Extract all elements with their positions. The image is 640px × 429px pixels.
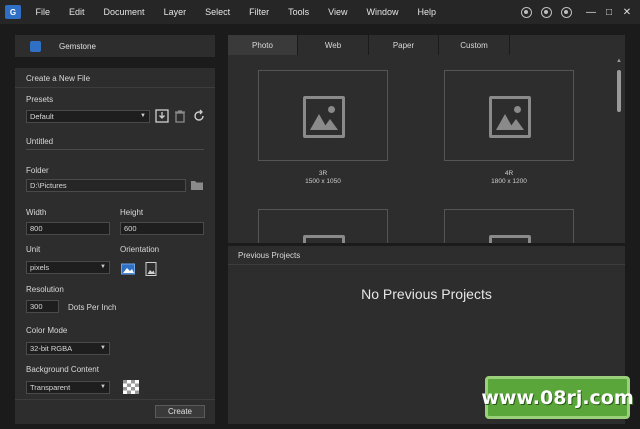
window-controls: — □ ✕ (516, 0, 636, 24)
tab-web[interactable]: Web (298, 35, 369, 55)
color-mode-label: Color Mode (26, 326, 68, 335)
tab-custom[interactable]: Custom (439, 35, 510, 55)
height-label: Height (120, 208, 144, 217)
divider (15, 399, 215, 400)
color-mode-select[interactable]: 32-bit RGBA ▼ (26, 342, 110, 355)
orientation-label: Orientation (120, 245, 160, 254)
image-placeholder-icon (303, 235, 345, 243)
menu-help[interactable]: Help (408, 7, 446, 17)
refresh-icon[interactable] (192, 109, 206, 123)
width-label: Width (26, 208, 47, 217)
tab-paper[interactable]: Paper (369, 35, 439, 55)
trash-icon[interactable] (173, 109, 187, 123)
empty-message: No Previous Projects (361, 286, 492, 302)
chevron-down-icon: ▼ (100, 264, 106, 270)
resolution-unit: Dots Per Inch (68, 303, 117, 312)
background-select[interactable]: Transparent ▼ (26, 381, 110, 394)
resolution-value: 300 (30, 302, 43, 311)
chevron-down-icon: ▼ (100, 345, 106, 351)
gemstone-logo-icon (30, 40, 41, 52)
unit-value: pixels (30, 263, 50, 272)
menu-tools[interactable]: Tools (279, 7, 319, 17)
preset-tabs: Photo Web Paper Custom (228, 35, 625, 55)
height-value: 600 (124, 224, 137, 233)
previous-projects-title: Previous Projects (238, 251, 301, 260)
resolution-field[interactable]: 300 (26, 300, 59, 313)
gemstone-title: Gemstone (59, 41, 96, 51)
menu-select[interactable]: Select (196, 7, 240, 17)
folder-value: D:\Pictures (30, 181, 67, 190)
preset-card[interactable] (258, 209, 388, 243)
menu-layer[interactable]: Layer (154, 7, 196, 17)
preset-gallery: 3R 1500 x 1050 4R 1800 x 1200 (228, 55, 625, 243)
image-placeholder-icon (489, 96, 531, 138)
menu-file[interactable]: File (26, 7, 60, 17)
scroll-up-icon[interactable]: ▲ (616, 58, 622, 64)
new-file-panel: Create a New File Presets Default ▼ Unti… (15, 68, 215, 424)
folder-icon[interactable] (190, 178, 204, 192)
chevron-down-icon: ▼ (100, 384, 106, 390)
transparency-swatch-icon[interactable] (123, 380, 139, 394)
globe-icon[interactable] (520, 6, 532, 18)
presets-value: Default (30, 112, 54, 121)
previous-projects-header: Previous Projects (228, 246, 625, 265)
color-mode-value: 32-bit RGBA (30, 344, 73, 353)
user-icon[interactable] (560, 6, 572, 18)
menu-document[interactable]: Document (94, 7, 154, 17)
folder-label: Folder (26, 166, 49, 175)
bell-icon[interactable] (540, 6, 552, 18)
preset-name: 4R (504, 170, 514, 177)
menu-view[interactable]: View (319, 7, 357, 17)
preset-size: 1800 x 1200 (491, 178, 527, 185)
file-name-label[interactable]: Untitled (26, 137, 53, 146)
menu-window[interactable]: Window (357, 7, 408, 17)
name-underline (26, 149, 204, 150)
app-logo-icon[interactable]: G (5, 5, 21, 19)
folder-field[interactable]: D:\Pictures (26, 179, 186, 192)
presets-label: Presets (26, 95, 54, 104)
background-value: Transparent (30, 383, 71, 392)
unit-label: Unit (26, 245, 41, 254)
section-title: Create a New File (26, 74, 91, 83)
resolution-label: Resolution (26, 285, 64, 294)
landscape-icon[interactable] (121, 262, 135, 276)
watermark-text: www.08rj.com (481, 386, 634, 409)
menu-bar: G File Edit Document Layer Select Filter… (0, 0, 640, 24)
gallery-scrollbar[interactable] (617, 70, 621, 112)
portrait-icon[interactable] (144, 262, 158, 276)
tab-photo[interactable]: Photo (228, 35, 298, 55)
close-icon[interactable]: ✕ (618, 7, 636, 18)
divider (15, 87, 215, 88)
preset-card[interactable] (444, 209, 574, 243)
save-preset-icon[interactable] (155, 109, 169, 123)
background-label: Background Content (26, 365, 99, 374)
image-placeholder-icon (489, 235, 531, 243)
preset-size: 1500 x 1050 (305, 178, 341, 185)
preset-card[interactable] (444, 70, 574, 161)
chevron-down-icon: ▼ (140, 113, 146, 119)
watermark-logo: www.08rj.com (481, 376, 634, 419)
unit-select[interactable]: pixels ▼ (26, 261, 110, 274)
gemstone-header[interactable]: Gemstone (15, 35, 215, 57)
preset-name: 3R (318, 170, 328, 177)
width-value: 800 (30, 224, 43, 233)
menu-edit[interactable]: Edit (60, 7, 95, 17)
width-field[interactable]: 800 (26, 222, 110, 235)
preset-card[interactable] (258, 70, 388, 161)
create-button[interactable]: Create (155, 405, 205, 418)
image-placeholder-icon (303, 96, 345, 138)
minimize-icon[interactable]: — (582, 7, 600, 18)
height-field[interactable]: 600 (120, 222, 204, 235)
maximize-icon[interactable]: □ (600, 7, 618, 18)
presets-select[interactable]: Default ▼ (26, 110, 150, 123)
menu-filter[interactable]: Filter (240, 7, 279, 17)
